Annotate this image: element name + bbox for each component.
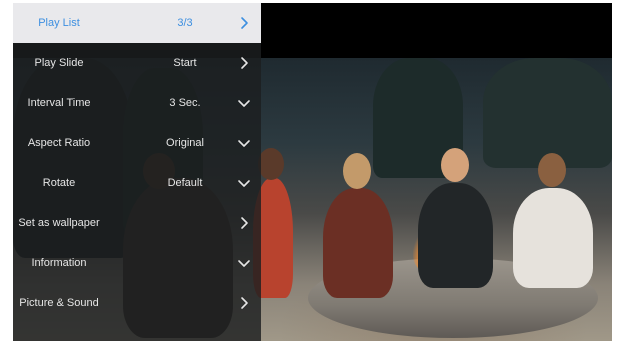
menu-row-label: Aspect Ratio [27,137,91,149]
chevron-right-icon [237,216,251,230]
menu-row-label: Interval Time [27,97,91,109]
menu-row-value [135,203,235,243]
slideshow-options-menu: Play List 3/3 Play Slide Start Interval … [13,3,261,341]
menu-row-value: 3/3 [177,17,193,29]
menu-row-value: Original [166,137,204,149]
menu-item-aspect-ratio[interactable]: Aspect Ratio Original [13,123,261,163]
menu-row-label: Information [31,257,87,269]
menu-row-label: Rotate [42,177,76,189]
chevron-down-icon [237,96,251,110]
menu-item-play-slide[interactable]: Play Slide Start [13,43,261,83]
chevron-right-icon [237,16,251,30]
menu-item-play-list[interactable]: Play List 3/3 [13,3,261,43]
menu-item-picture-sound[interactable]: Picture & Sound [13,283,261,323]
chevron-down-icon [237,136,251,150]
menu-row-label: Picture & Sound [19,297,99,309]
media-player-screen: Play List 3/3 Play Slide Start Interval … [13,3,612,341]
chevron-down-icon [237,176,251,190]
menu-item-interval-time[interactable]: Interval Time 3 Sec. [13,83,261,123]
chevron-right-icon [237,56,251,70]
menu-item-information[interactable]: Information [13,243,261,283]
menu-row-value: 3 Sec. [169,97,201,109]
menu-row-label: Set as wallpaper [18,217,100,229]
chevron-right-icon [237,296,251,310]
menu-row-label: Play List [38,17,80,29]
menu-row-value: Start [173,57,197,69]
menu-item-set-as-wallpaper[interactable]: Set as wallpaper [13,203,261,243]
menu-row-label: Play Slide [34,57,84,69]
menu-row-value [135,243,235,283]
menu-row-value [135,283,235,323]
menu-item-rotate[interactable]: Rotate Default [13,163,261,203]
menu-row-value: Default [167,177,203,189]
chevron-down-icon [237,256,251,270]
